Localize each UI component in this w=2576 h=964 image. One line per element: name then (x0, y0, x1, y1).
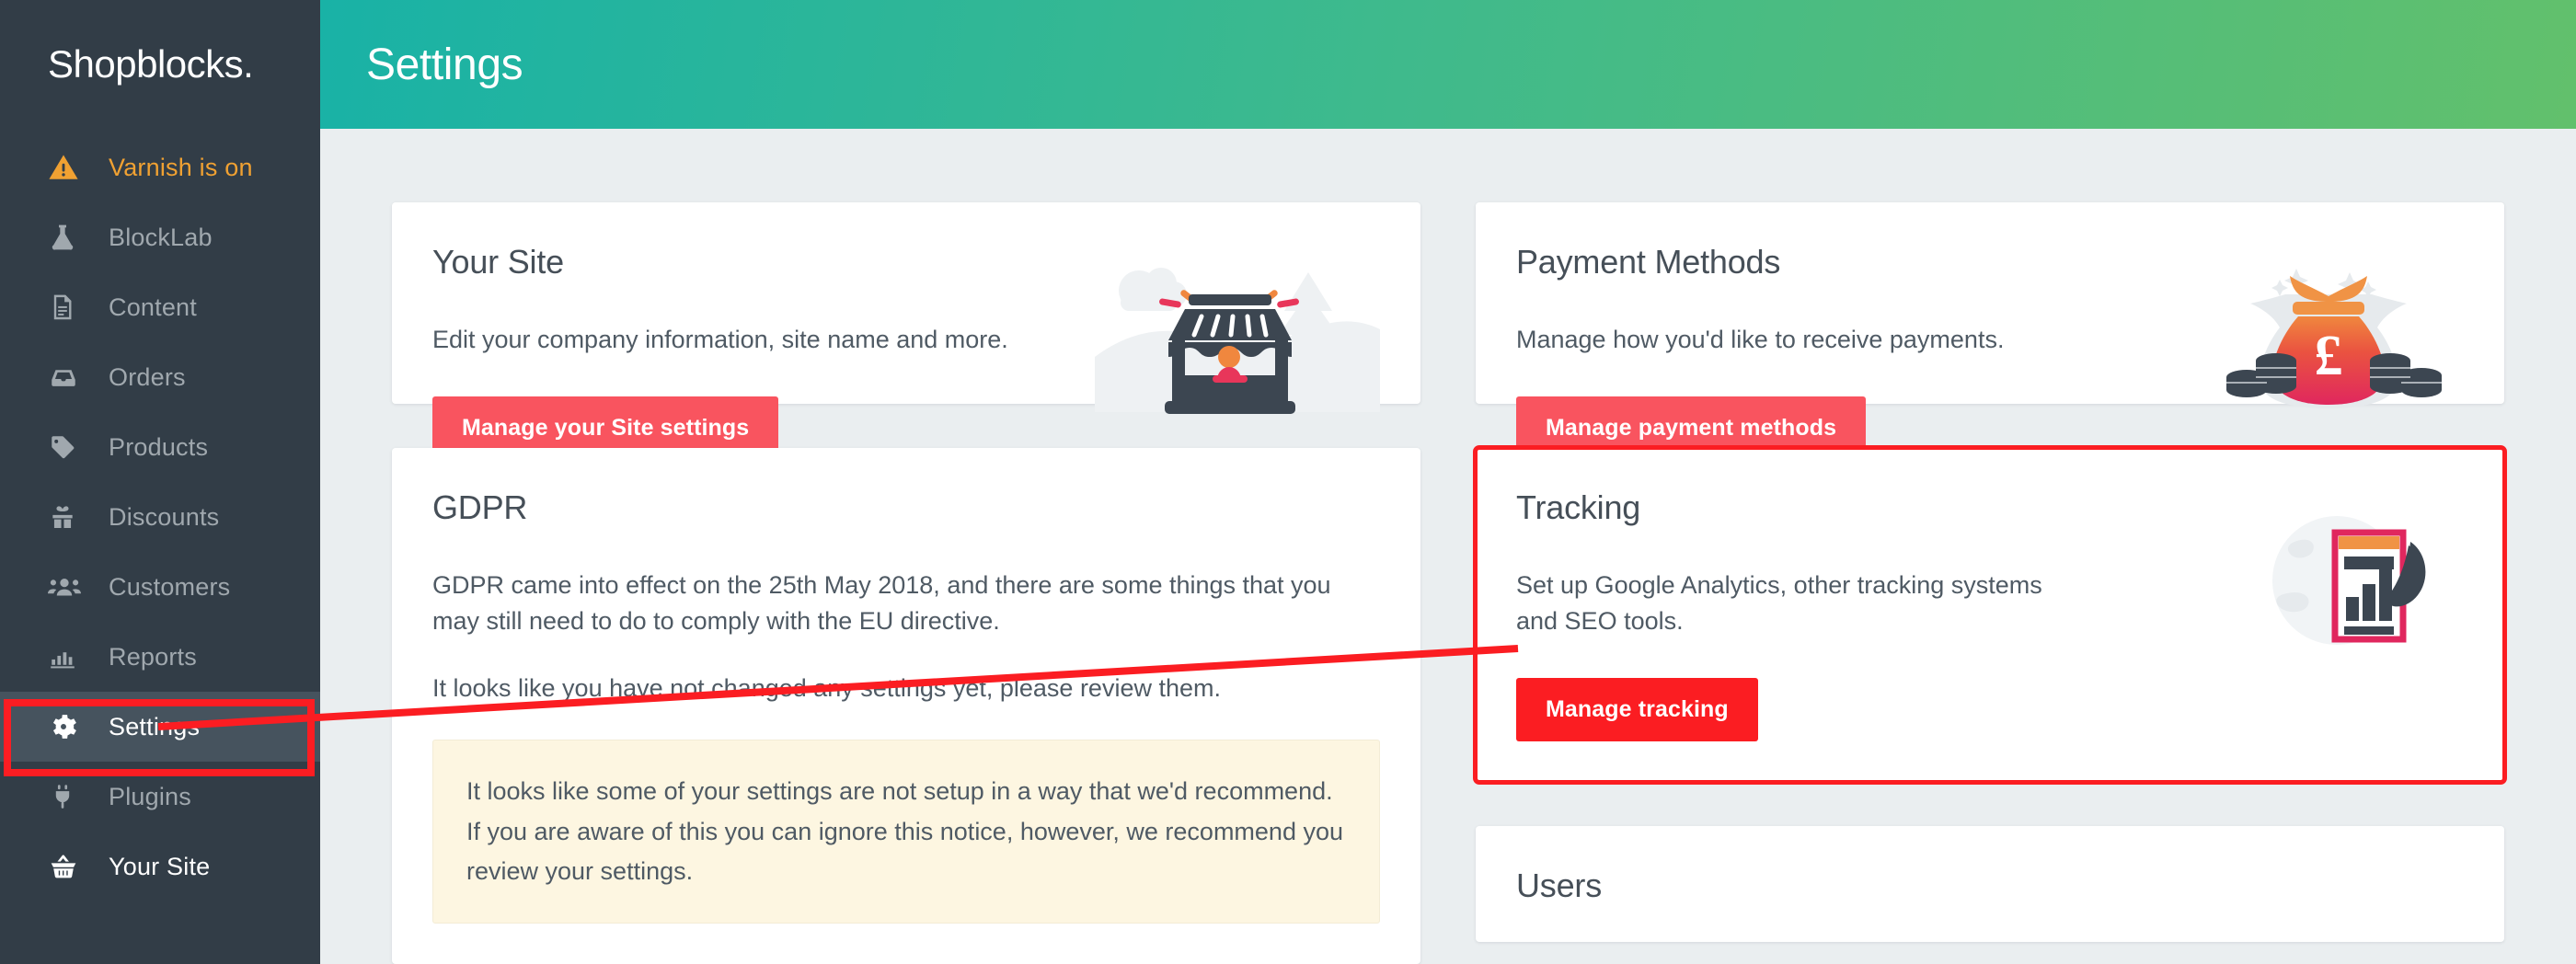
sidebar-item-orders[interactable]: Orders (0, 342, 320, 412)
tracking-column: Tracking Set up Google Analytics, other … (1473, 445, 2507, 964)
svg-text:£: £ (2315, 325, 2343, 387)
settings-cards-grid: Your Site Edit your company information,… (320, 129, 2576, 964)
card-title: Payment Methods (1516, 243, 1781, 281)
sidebar-item-label: Products (109, 432, 209, 461)
sidebar-item-label: Customers (109, 572, 231, 601)
gift-icon (48, 502, 85, 532)
card-description: Manage how you'd like to receive payment… (1516, 326, 2005, 353)
card-description: Set up Google Analytics, other tracking … (1516, 571, 2042, 636)
sidebar-item-label: Discounts (109, 502, 220, 531)
card-gdpr: GDPR GDPR came into effect on the 25th M… (392, 448, 1420, 964)
sidebar-item-label: Content (109, 293, 197, 321)
sidebar-item-label: Reports (109, 642, 197, 671)
sidebar: Shopblocks. Varnish is on BlockLab Conte (0, 0, 320, 964)
sidebar-item-varnish[interactable]: Varnish is on (0, 132, 320, 202)
card-title: Users (1516, 866, 1603, 905)
bar-chart-icon (48, 642, 85, 671)
manage-tracking-button[interactable]: Manage tracking (1516, 678, 1758, 742)
card-your-site: Your Site Edit your company information,… (392, 202, 1420, 461)
sidebar-item-your-site[interactable]: Your Site (0, 832, 320, 901)
sidebar-item-settings[interactable]: Settings (0, 692, 320, 762)
gdpr-notice-banner: It looks like some of your settings are … (432, 740, 1380, 924)
sidebar-item-label: BlockLab (109, 223, 213, 251)
sidebar-item-blocklab[interactable]: BlockLab (0, 202, 320, 272)
card-description: GDPR came into effect on the 25th May 20… (432, 571, 1331, 636)
analytics-rocket-illustration-icon (2247, 505, 2449, 675)
basket-icon (48, 851, 85, 882)
sidebar-nav: Varnish is on BlockLab Content Orders Pr… (0, 129, 320, 901)
sidebar-item-customers[interactable]: Customers (0, 552, 320, 622)
card-title: Your Site (432, 243, 564, 281)
card-users: Users (1476, 826, 2504, 943)
warning-triangle-icon (48, 152, 85, 183)
main-area: Settings Your Site Edit your company inf… (320, 0, 2576, 964)
app-root: Shopblocks. Varnish is on BlockLab Conte (0, 0, 2576, 964)
tag-icon (48, 432, 85, 462)
users-icon (48, 570, 85, 603)
sidebar-item-products[interactable]: Products (0, 412, 320, 482)
sidebar-item-label: Settings (109, 712, 201, 740)
brand-name: Shopblocks. (48, 42, 254, 86)
sidebar-item-label: Plugins (109, 782, 191, 810)
inbox-icon (48, 362, 85, 393)
sidebar-item-label: Your Site (109, 852, 211, 880)
sidebar-item-discounts[interactable]: Discounts (0, 482, 320, 552)
sidebar-item-content[interactable]: Content (0, 272, 320, 342)
card-description-secondary: It looks like you have not changed any s… (432, 674, 1221, 703)
card-title: GDPR (432, 488, 528, 527)
card-title: Tracking (1516, 488, 1641, 527)
sidebar-item-reports[interactable]: Reports (0, 622, 320, 692)
card-payment-methods: Payment Methods Manage how you'd like to… (1476, 202, 2504, 461)
sidebar-item-plugins[interactable]: Plugins (0, 762, 320, 832)
sidebar-item-label: Orders (109, 362, 186, 391)
page-title: Settings (366, 40, 523, 89)
page-header: Settings (320, 0, 2576, 129)
card-tracking: Tracking Set up Google Analytics, other … (1473, 445, 2507, 786)
document-icon (48, 293, 85, 322)
flask-icon (48, 223, 85, 252)
card-description: Edit your company information, site name… (432, 326, 1008, 353)
brand-logo[interactable]: Shopblocks. (0, 0, 320, 129)
plug-icon (48, 782, 85, 811)
sidebar-item-label: Varnish is on (109, 153, 253, 181)
gear-icon (48, 711, 85, 742)
